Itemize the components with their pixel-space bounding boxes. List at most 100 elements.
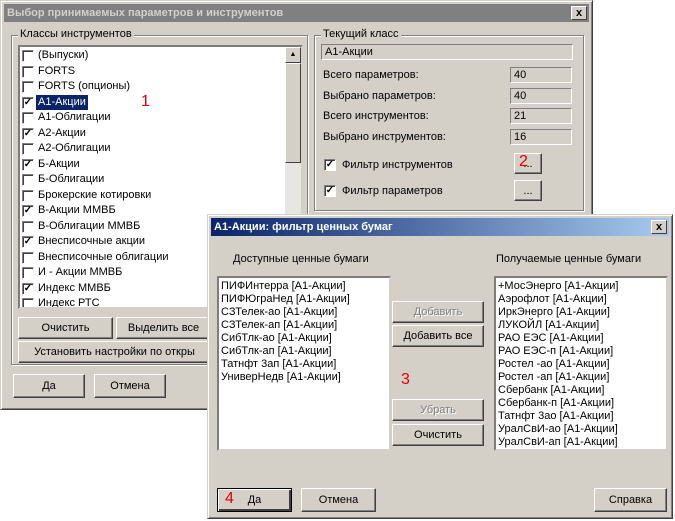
class-row[interactable]: (Выпуски) xyxy=(20,48,285,64)
apply-settings-button[interactable]: Установить настройки по откры xyxy=(18,341,211,363)
remove-button[interactable]: Убрать xyxy=(392,399,484,421)
class-label: FORTS xyxy=(38,64,76,77)
class-checkbox[interactable] xyxy=(22,220,34,233)
class-label: A1-Акции xyxy=(36,94,88,110)
class-label: В-Акции ММВБ xyxy=(38,204,116,216)
parameter-filter-checkbox[interactable]: ✓ xyxy=(324,185,336,197)
class-row[interactable]: Брокерские котировки xyxy=(20,188,285,204)
list-item[interactable]: ИркЭнерго [A1-Акции] xyxy=(496,306,666,319)
class-checkbox[interactable] xyxy=(22,143,34,155)
class-checkbox[interactable]: ✓ xyxy=(22,236,34,248)
class-row[interactable]: ✓ A2-Акции xyxy=(20,126,285,142)
class-label: Внесписочные акции xyxy=(38,235,146,247)
stat-value: 21 xyxy=(510,108,572,124)
received-list[interactable]: +МосЭнерго [A1-Акции] Аэрофлот [A1-Акции]… xyxy=(494,276,668,451)
class-checkbox[interactable] xyxy=(22,298,34,307)
clear-button[interactable]: Очистить xyxy=(392,424,484,446)
class-checkbox[interactable] xyxy=(22,50,34,62)
close-icon[interactable]: x xyxy=(571,6,587,20)
class-row[interactable]: A1-Облигации xyxy=(20,110,285,126)
class-checkbox[interactable]: ✓ xyxy=(22,127,34,140)
class-label: FORTS (опционы) xyxy=(38,80,131,92)
class-row[interactable]: FORTS (опционы) xyxy=(20,79,285,95)
annotation-4: 4 xyxy=(225,490,234,507)
stat-value: 40 xyxy=(510,67,572,83)
list-item[interactable]: Ростел -ао [A1-Акции] xyxy=(496,358,666,371)
class-label: Индекс РТС xyxy=(38,297,100,309)
filter-dialog-titlebar[interactable]: A1-Акции: фильтр ценных бумаг x xyxy=(211,218,669,236)
stat-row: Выбрано параметров: 40 xyxy=(323,87,573,108)
add-button[interactable]: Добавить xyxy=(392,301,484,323)
available-list[interactable]: ПИФИнтерра [A1-Акции] ПИФЮграНед [A1-Акци… xyxy=(217,276,391,451)
close-icon[interactable]: x xyxy=(651,220,667,234)
class-checkbox[interactable] xyxy=(22,189,34,202)
list-item[interactable]: ЛУКОЙЛ [A1-Акции] xyxy=(496,319,666,332)
main-dialog-title: Выбор принимаемых параметров и инструмен… xyxy=(7,7,284,19)
stat-value: 40 xyxy=(510,87,572,104)
main-dialog-titlebar[interactable]: Выбор принимаемых параметров и инструмен… xyxy=(4,4,589,22)
list-item[interactable]: СибТлк-ап [A1-Акции] xyxy=(219,345,389,358)
class-checkbox[interactable]: ✓ xyxy=(22,205,34,217)
list-item[interactable]: РАО ЕЭС [A1-Акции] xyxy=(496,332,666,345)
main-ok-button[interactable]: Да xyxy=(13,374,85,398)
list-item[interactable]: Татнфт 3ап [A1-Акции] xyxy=(219,358,389,371)
class-checkbox[interactable]: ✓ xyxy=(22,96,34,109)
stat-label: Всего инструментов: xyxy=(323,110,429,122)
class-row[interactable]: A2-Облигации xyxy=(20,141,285,157)
list-item[interactable]: ПИФЮграНед [A1-Акции] xyxy=(219,293,389,306)
class-checkbox[interactable] xyxy=(22,112,34,124)
class-checkbox[interactable]: ✓ xyxy=(22,158,34,171)
list-item[interactable]: СЗТелек-ао [A1-Акции] xyxy=(219,306,389,319)
stat-row: Выбрано инструментов: 16 xyxy=(323,128,573,149)
class-row[interactable]: Б-Облигации xyxy=(20,172,285,188)
add-all-button[interactable]: Добавить все xyxy=(392,325,484,347)
class-checkbox[interactable] xyxy=(22,174,34,186)
annotation-2: 2 xyxy=(519,153,528,170)
list-item[interactable]: ПИФИнтерра [A1-Акции] xyxy=(219,280,389,293)
current-class-field: A1-Акции xyxy=(321,44,573,60)
class-label: Индекс ММВБ xyxy=(38,281,111,294)
list-item[interactable]: СибТлк-ао [A1-Акции] xyxy=(219,332,389,345)
available-items: ПИФИнтерра [A1-Акции] ПИФЮграНед [A1-Акци… xyxy=(219,280,389,384)
list-item[interactable]: Ростел -ап [A1-Акции] xyxy=(496,371,666,384)
scroll-up-icon[interactable]: ▲ xyxy=(285,47,301,63)
instrument-filter-label: Фильтр инструментов xyxy=(342,159,453,171)
list-item[interactable]: УралСвИ-ап [A1-Акции] xyxy=(496,436,666,449)
class-label: Брокерские котировки xyxy=(38,188,152,201)
list-item[interactable]: Сбербанк [A1-Акции] xyxy=(496,384,666,397)
list-item[interactable]: УниверНедв [A1-Акции] xyxy=(219,371,389,384)
annotation-1: 1 xyxy=(141,93,150,110)
help-button[interactable]: Справка xyxy=(594,488,667,512)
list-item[interactable]: СЗТелек-ап [A1-Акции] xyxy=(219,319,389,332)
class-checkbox[interactable]: ✓ xyxy=(22,282,34,295)
class-row[interactable]: ✓ Б-Акции xyxy=(20,157,285,173)
class-row[interactable]: FORTS xyxy=(20,64,285,80)
class-label: A2-Облигации xyxy=(38,142,111,154)
class-row[interactable]: ✓ A1-Акции xyxy=(20,94,285,110)
select-all-button[interactable]: Выделить все xyxy=(116,317,211,339)
class-label: (Выпуски) xyxy=(38,49,89,61)
clear-classes-button[interactable]: Очистить xyxy=(18,317,113,339)
stat-label: Выбрано инструментов: xyxy=(323,130,446,143)
class-label: Внесписочные облигации xyxy=(38,250,169,263)
list-item[interactable]: РАО ЕЭС-п [A1-Акции] xyxy=(496,345,666,358)
instrument-filter-checkbox[interactable]: ✓ xyxy=(324,159,336,171)
class-checkbox[interactable] xyxy=(22,267,34,279)
class-checkbox[interactable] xyxy=(22,251,34,264)
list-item[interactable]: Сбербанк-п [A1-Акции] xyxy=(496,397,666,410)
received-items: +МосЭнерго [A1-Акции] Аэрофлот [A1-Акции]… xyxy=(496,280,666,449)
list-item[interactable]: УралСвИ-ао [A1-Акции] xyxy=(496,423,666,436)
filter-dialog-title: A1-Акции: фильтр ценных бумаг xyxy=(214,221,393,233)
class-checkbox[interactable] xyxy=(22,65,34,78)
scroll-thumb[interactable] xyxy=(285,63,301,163)
stats-block: Всего параметров: 40 Выбрано параметров: 40… xyxy=(323,66,573,148)
filter-cancel-button[interactable]: Отмена xyxy=(301,488,376,512)
list-item[interactable]: Аэрофлот [A1-Акции] xyxy=(496,293,666,306)
stat-row: Всего параметров: 40 xyxy=(323,66,573,87)
parameter-filter-ellipsis-button[interactable]: ... xyxy=(514,180,542,201)
list-item[interactable]: Татнфт 3ао [A1-Акции] xyxy=(496,410,666,423)
main-cancel-button[interactable]: Отмена xyxy=(94,374,166,398)
class-label: Б-Акции xyxy=(38,157,80,170)
list-item[interactable]: +МосЭнерго [A1-Акции] xyxy=(496,280,666,293)
class-checkbox[interactable] xyxy=(22,81,34,93)
